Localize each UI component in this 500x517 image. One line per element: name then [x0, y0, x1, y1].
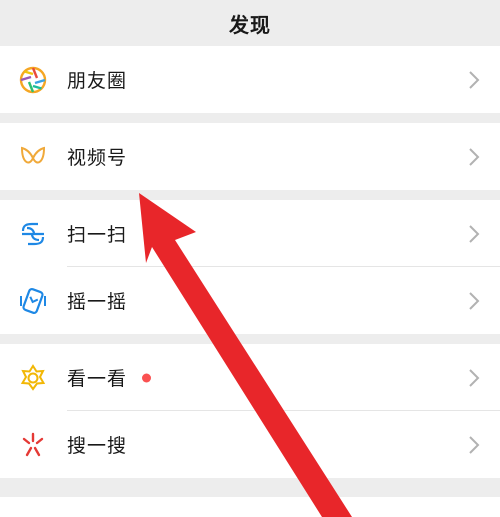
menu-item-top-stories[interactable]: 看一看: [0, 344, 500, 411]
section-scan-shake: 扫一扫 摇一摇: [0, 200, 500, 334]
menu-item-moments[interactable]: 朋友圈: [0, 46, 500, 113]
menu-item-search[interactable]: 搜一搜: [0, 411, 500, 478]
menu-item-channels[interactable]: 视频号: [0, 123, 500, 190]
section-gap: [0, 190, 500, 200]
chevron-right-icon: [468, 224, 480, 244]
section-gap: [0, 113, 500, 123]
chevron-right-icon: [468, 435, 480, 455]
shake-icon: [18, 286, 48, 316]
section-gap: [0, 334, 500, 344]
menu-item-label: 看一看: [67, 368, 128, 390]
chevron-right-icon: [468, 70, 480, 90]
section-moments: 朋友圈: [0, 46, 500, 113]
section-stories-search: 看一看 搜一搜: [0, 344, 500, 478]
menu-item-label: 摇一摇: [67, 291, 128, 313]
menu-item-scan[interactable]: 扫一扫: [0, 200, 500, 267]
page-title: 发现: [229, 12, 271, 37]
search-icon: [18, 430, 48, 460]
menu-item-shake[interactable]: 摇一摇: [0, 267, 500, 334]
menu-item-label: 朋友圈: [67, 70, 128, 92]
menu-item-label: 搜一搜: [67, 435, 128, 457]
discover-screen: 发现 朋友圈 视频号 扫一扫 摇一摇 看一看 搜一搜: [0, 0, 500, 517]
top-stories-icon: [18, 363, 48, 393]
partial-next-row: [0, 497, 500, 517]
menu-item-label: 视频号: [67, 147, 128, 169]
chevron-right-icon: [468, 291, 480, 311]
top-bar: 发现: [0, 0, 500, 46]
chevron-right-icon: [468, 368, 480, 388]
channels-icon: [18, 142, 48, 172]
menu-item-label: 扫一扫: [67, 224, 128, 246]
scan-icon: [18, 219, 48, 249]
chevron-right-icon: [468, 147, 480, 167]
notification-badge: [142, 373, 151, 382]
moments-icon: [18, 65, 48, 95]
section-channels: 视频号: [0, 123, 500, 190]
